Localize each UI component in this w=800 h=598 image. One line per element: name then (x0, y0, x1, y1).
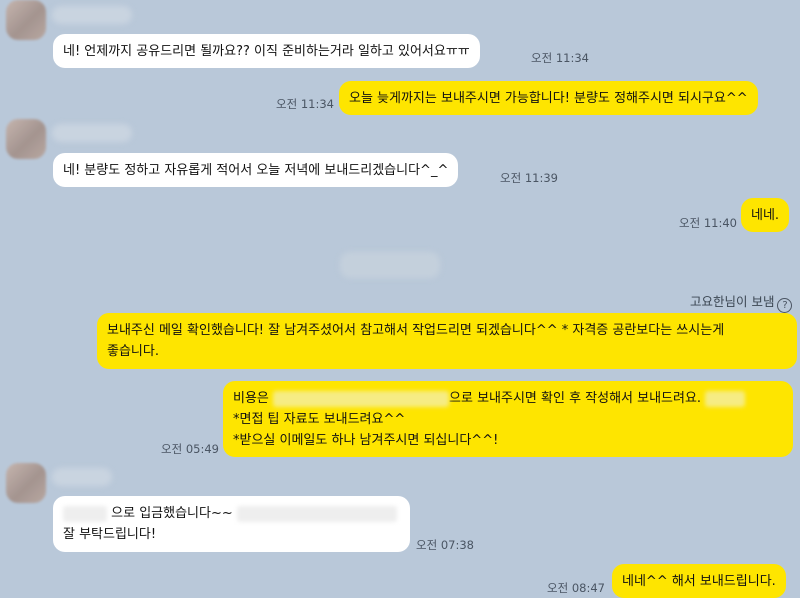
sender-name (52, 468, 112, 486)
message-bubble-outgoing[interactable]: 네네^^ 해서 보내드립니다. (612, 564, 786, 598)
avatar[interactable] (6, 0, 46, 40)
redacted-text (236, 505, 397, 522)
redacted-text (273, 390, 450, 407)
sender-name (52, 6, 132, 24)
message-bubble-outgoing[interactable]: 보내주신 메일 확인했습니다! 잘 남겨주셨어서 참고해서 작업드리면 되겠습니… (97, 313, 797, 369)
message-bubble-incoming[interactable]: 네! 분량도 정하고 자유롭게 적어서 오늘 저녁에 보내드리겠습니다^_^ (53, 153, 459, 187)
message-time: 오전 11:34 (276, 97, 334, 111)
avatar[interactable] (6, 119, 46, 159)
question-circle-icon[interactable]: ? (777, 298, 793, 313)
sender-name (52, 124, 132, 142)
message-line: 보내주신 메일 확인했습니다! 잘 남겨주셨어서 참고해서 작업드리면 되겠습니… (107, 323, 725, 338)
message-time: 오전 08:47 (547, 581, 605, 595)
message-time: 오전 07:38 (416, 538, 474, 552)
message-time: 오전 11:40 (679, 216, 737, 230)
message-time: 오전 11:39 (500, 171, 558, 185)
message-text: 으로 입금했습니다~~ (111, 506, 233, 521)
date-separator (340, 252, 440, 278)
message-bubble-outgoing[interactable]: 비용은 으로 보내주시면 확인 후 작성해서 보내드려요. *면접 팁 자료도 … (223, 381, 793, 457)
avatar[interactable] (6, 463, 46, 503)
message-line: 잘 부탁드립니다! (63, 527, 157, 542)
message-line: 좋습니다. (107, 344, 159, 359)
redacted-text (63, 505, 107, 522)
redacted-text (705, 390, 746, 407)
message-time: 오전 11:34 (531, 51, 589, 65)
message-bubble-outgoing[interactable]: 오늘 늦게까지는 보내주시면 가능합니다! 분량도 정해주시면 되시구요^^ (339, 81, 758, 115)
message-text: 비용은 (233, 391, 269, 406)
message-bubble-incoming[interactable]: 네! 언제까지 공유드리면 될까요?? 이직 준비하는거라 일하고 있어서요ㅠㅠ (53, 34, 480, 68)
sender-note: 고요한님이 보냄? (690, 291, 793, 313)
message-bubble-incoming[interactable]: 으로 입금했습니다~~ 잘 부탁드립니다! (53, 496, 410, 552)
message-line: *면접 팁 자료도 보내드려요^^ (233, 412, 406, 427)
message-line: *받으실 이메일도 하나 남겨주시면 되십니다^^! (233, 433, 499, 448)
message-time: 오전 05:49 (161, 442, 219, 456)
message-bubble-outgoing[interactable]: 네네. (741, 198, 790, 232)
sender-note-label: 고요한님이 보냄 (690, 294, 775, 309)
message-text: 으로 보내주시면 확인 후 작성해서 보내드려요. (449, 391, 702, 406)
